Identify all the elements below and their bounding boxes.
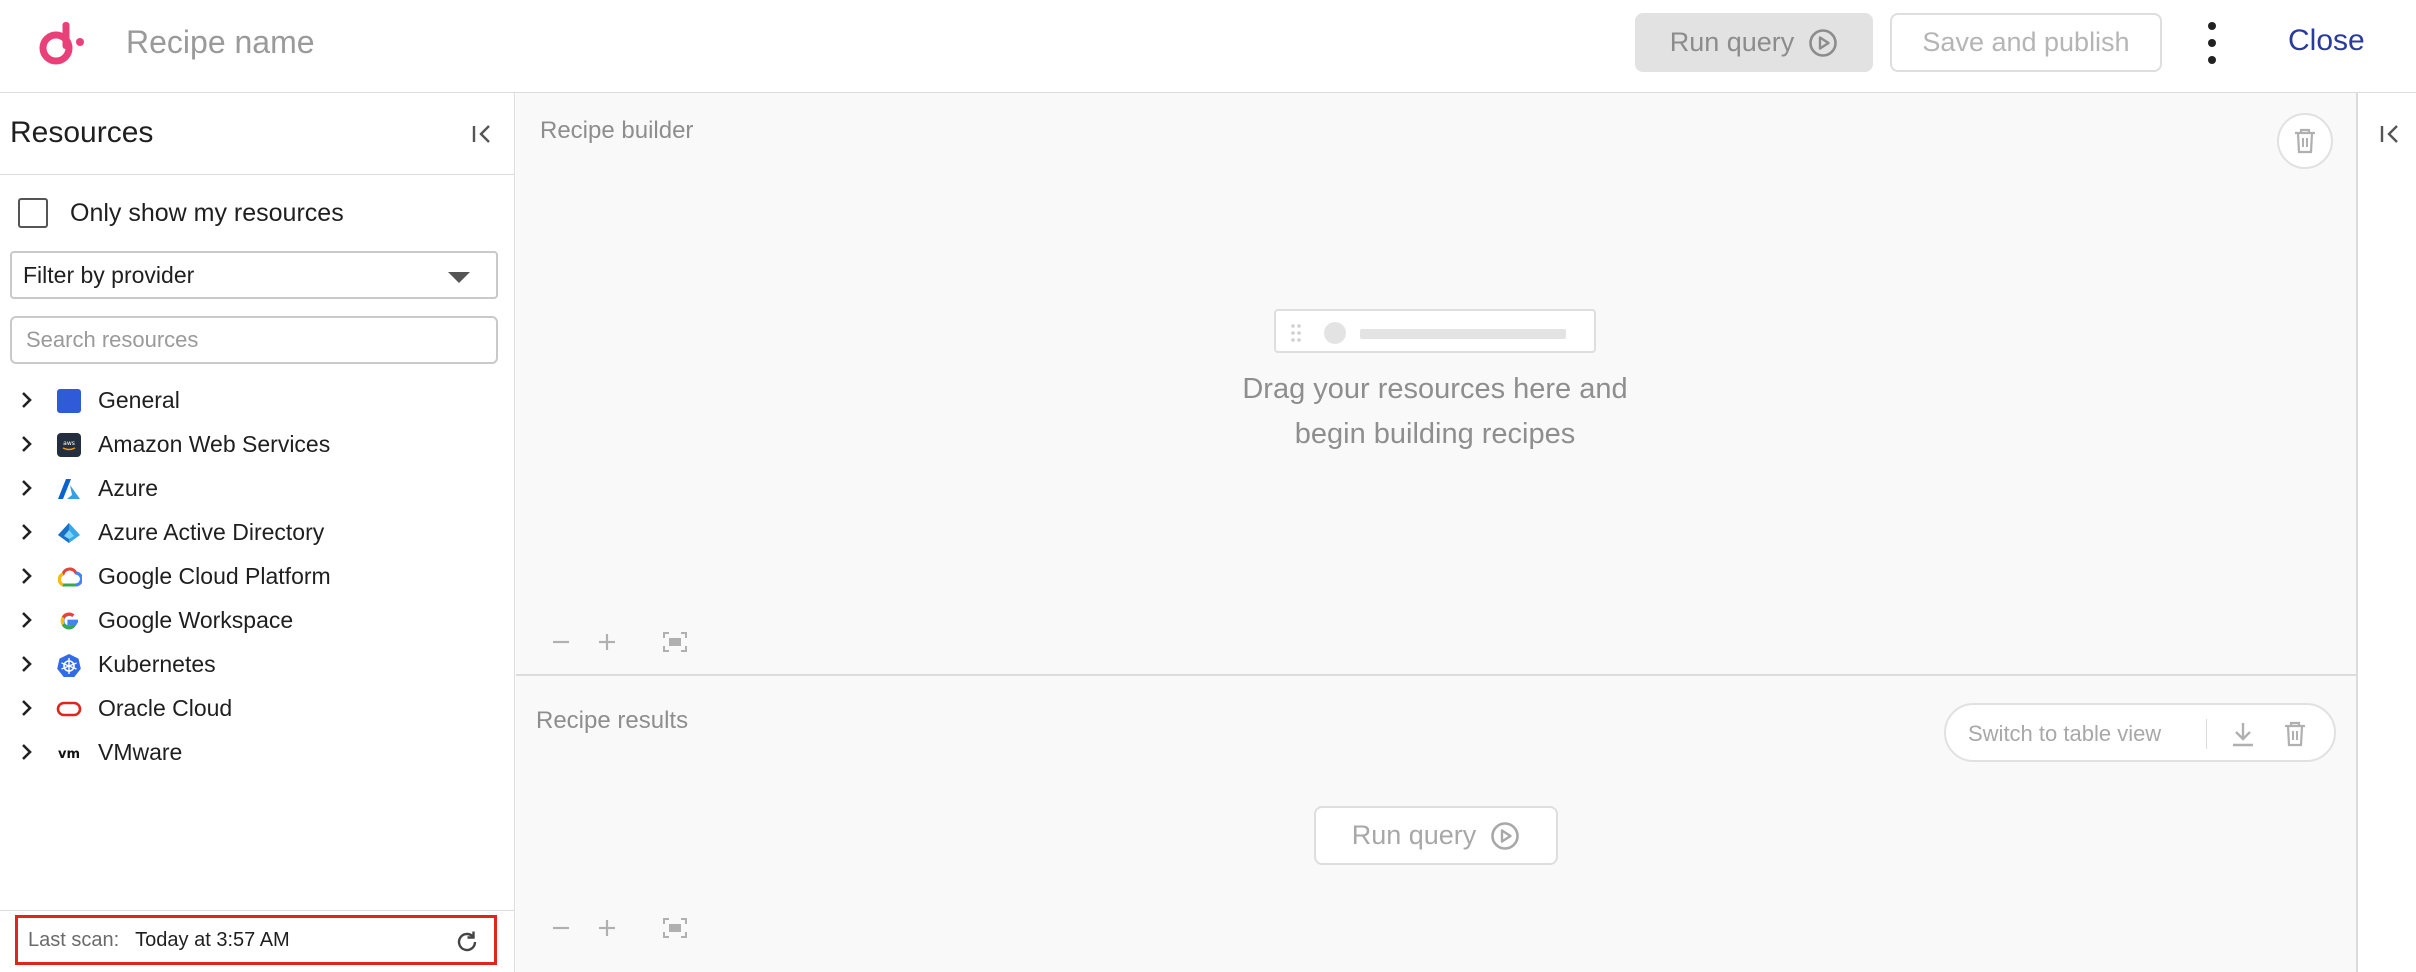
svg-text:vm: vm (58, 747, 80, 761)
tree-item-label: Kubernetes (98, 651, 216, 677)
chevron-right-icon[interactable] (16, 522, 36, 542)
tree-item-kubernetes[interactable]: Kubernetes (0, 642, 515, 686)
vmware-icon: vm (56, 740, 82, 766)
oracle-icon (56, 696, 82, 722)
drag-handle-icon (1291, 324, 1301, 342)
only-my-resources-checkbox[interactable] (18, 198, 48, 228)
fit-view-icon[interactable] (660, 913, 690, 943)
builder-empty-message: Drag your resources here and begin build… (1150, 367, 1720, 457)
right-panel-rail (2356, 93, 2416, 972)
last-scan-status: Last scan: Today at 3:57 AM (15, 915, 497, 965)
tree-item-google-workspace[interactable]: Google Workspace (0, 598, 515, 642)
tree-item-label: Azure (98, 475, 159, 501)
divider (2206, 719, 2207, 749)
only-my-resources-toggle[interactable]: Only show my resources (18, 198, 344, 228)
tree-item-aws[interactable]: aws Amazon Web Services (0, 422, 515, 466)
clear-builder-button[interactable] (2277, 113, 2333, 169)
last-scan-value: Today at 3:57 AM (135, 928, 290, 951)
play-circle-icon (1491, 821, 1520, 850)
placeholder-bar (1360, 329, 1566, 339)
switch-to-table-view-button[interactable]: Switch to table view (1968, 721, 2161, 747)
tree-item-azure[interactable]: Azure (0, 466, 515, 510)
logo-icon (39, 22, 84, 65)
caret-down-icon (448, 272, 470, 283)
panel-divider[interactable] (516, 674, 2356, 676)
divider (0, 910, 515, 911)
recipe-name-input[interactable]: Recipe name (126, 24, 315, 61)
chevron-right-icon[interactable] (16, 742, 36, 762)
sidebar-title: Resources (10, 116, 154, 149)
chevron-right-icon[interactable] (16, 566, 36, 586)
zoom-out-icon[interactable] (538, 627, 584, 657)
tree-item-label: Google Cloud Platform (98, 563, 331, 589)
download-icon[interactable] (2229, 720, 2257, 748)
azure-icon (56, 476, 82, 502)
only-my-resources-label: Only show my resources (70, 198, 344, 227)
more-options-icon[interactable] (2196, 22, 2228, 64)
azure-ad-icon (56, 520, 82, 546)
tree-item-label: Google Workspace (98, 607, 294, 633)
filter-by-provider-select[interactable]: Filter by provider (10, 251, 498, 299)
expand-panel-icon[interactable] (2378, 121, 2404, 147)
tree-item-label: Amazon Web Services (98, 431, 331, 457)
builder-empty-line1: Drag your resources here and (1242, 373, 1628, 405)
recipe-results-title: Recipe results (536, 707, 689, 734)
results-toolbar: Switch to table view (1944, 703, 2336, 762)
trash-icon[interactable] (2281, 720, 2309, 748)
chevron-right-icon[interactable] (16, 610, 36, 630)
recipe-workspace: Recipe builder Drag your resources here … (516, 93, 2356, 972)
builder-zoom-controls (538, 627, 690, 657)
chevron-right-icon[interactable] (16, 434, 36, 454)
run-query-results-button[interactable]: Run query (1314, 806, 1558, 865)
run-query-label: Run query (1669, 27, 1795, 57)
tree-item-azure-ad[interactable]: Azure Active Directory (0, 510, 515, 554)
tree-item-vmware[interactable]: vm VMware (0, 730, 515, 774)
placeholder-circle (1324, 322, 1346, 344)
google-icon (56, 608, 82, 634)
refresh-icon[interactable] (454, 929, 480, 955)
close-button[interactable]: Close (2288, 24, 2365, 58)
run-query-label: Run query (1351, 820, 1477, 850)
trash-icon (2295, 128, 2315, 154)
tree-item-label: Azure Active Directory (98, 519, 325, 545)
top-bar: Recipe name Run query Save and publish C… (0, 0, 2416, 93)
svg-text:aws: aws (63, 440, 75, 447)
kubernetes-icon (56, 652, 82, 678)
search-resources-input[interactable] (10, 316, 498, 364)
save-and-publish-button[interactable]: Save and publish (1890, 13, 2162, 72)
tree-item-oracle[interactable]: Oracle Cloud (0, 686, 515, 730)
recipe-builder-title: Recipe builder (540, 117, 694, 144)
gcp-icon (56, 564, 82, 590)
resources-sidebar: Resources Only show my resources Filter … (0, 93, 515, 972)
tree-item-label: General (98, 387, 180, 413)
divider (0, 174, 515, 175)
tree-item-label: Oracle Cloud (98, 695, 233, 721)
results-zoom-controls (538, 913, 690, 943)
chevron-right-icon[interactable] (16, 654, 36, 674)
zoom-in-icon[interactable] (584, 913, 630, 943)
aws-icon: aws (56, 432, 82, 458)
last-scan-label: Last scan: (28, 928, 120, 951)
tree-item-general[interactable]: General (0, 378, 515, 422)
run-query-button[interactable]: Run query (1635, 13, 1873, 72)
general-icon (56, 388, 82, 414)
resource-placeholder-card (1274, 309, 1596, 353)
chevron-right-icon[interactable] (16, 698, 36, 718)
builder-empty-line2: begin building recipes (1294, 418, 1576, 450)
collapse-sidebar-icon[interactable] (470, 121, 496, 147)
fit-view-icon[interactable] (660, 627, 690, 657)
chevron-right-icon[interactable] (16, 390, 36, 410)
tree-item-gcp[interactable]: Google Cloud Platform (0, 554, 515, 598)
chevron-right-icon[interactable] (16, 478, 36, 498)
tree-item-label: VMware (98, 739, 183, 765)
play-circle-icon (1809, 28, 1838, 57)
zoom-in-icon[interactable] (584, 627, 630, 657)
filter-by-provider-label: Filter by provider (23, 261, 195, 288)
zoom-out-icon[interactable] (538, 913, 584, 943)
